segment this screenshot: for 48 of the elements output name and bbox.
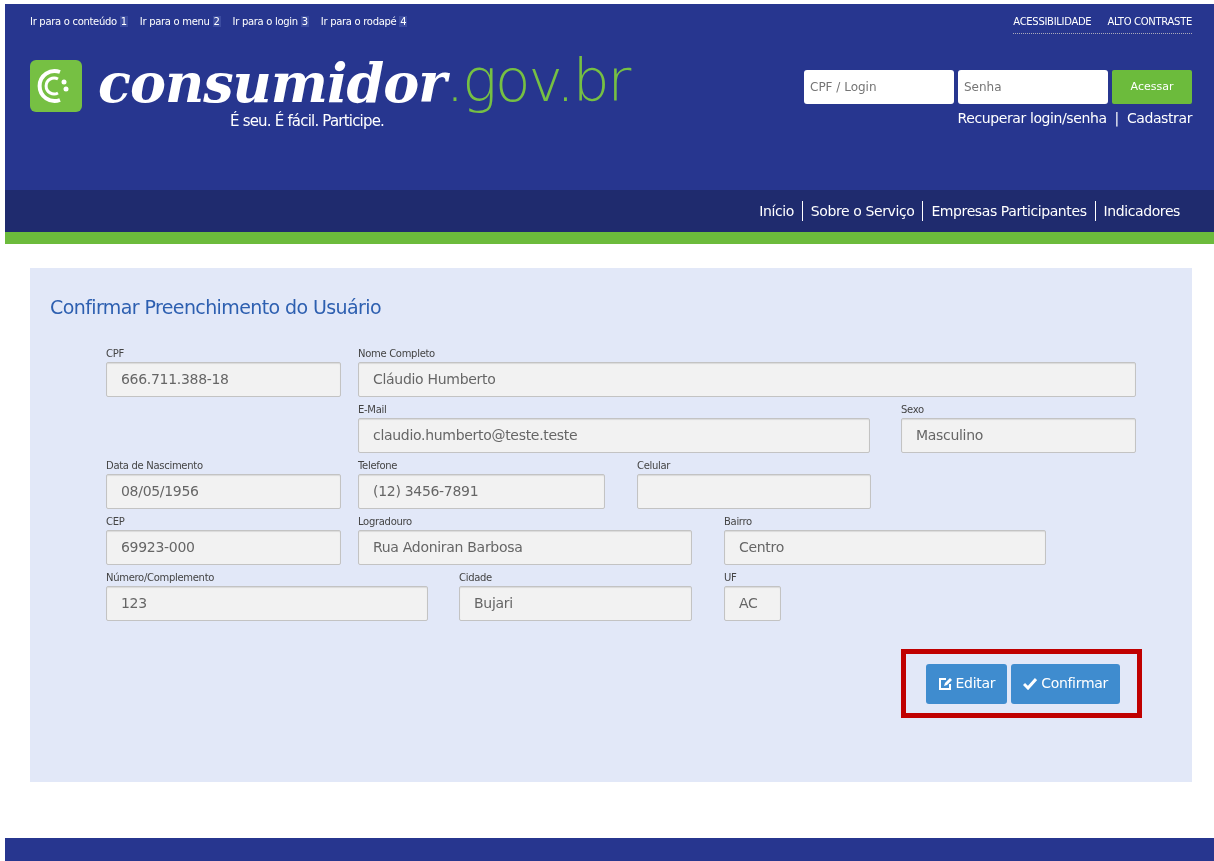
text-field[interactable]: Bujari <box>459 585 692 621</box>
field-label: UF <box>724 570 738 585</box>
text-field[interactable]: Masculino <box>901 417 1136 453</box>
field-label: Celular <box>637 458 672 473</box>
text-field[interactable]: Rua Adoniran Barbosa <box>358 529 692 565</box>
field-label: Sexo <box>901 402 925 417</box>
field-label: Número/Complemento <box>106 570 216 585</box>
field-label: Logradouro <box>358 514 413 529</box>
field-label: CEP <box>106 514 126 529</box>
separator: | <box>1114 109 1119 129</box>
text-field[interactable]: AC <box>724 585 781 621</box>
field-label: CPF <box>106 346 125 361</box>
nav-link[interactable]: Sobre o Serviço <box>801 201 923 221</box>
text-field[interactable]: Centro <box>724 529 1046 565</box>
skip-link[interactable]: Ir para o login 3 <box>232 14 309 29</box>
password-field[interactable]: Senha <box>958 70 1108 104</box>
text-field[interactable]: 08/05/1956 <box>106 473 341 509</box>
field-label: Data de Nascimento <box>106 458 204 473</box>
text-field[interactable]: claudio.humberto@teste.teste <box>358 417 870 453</box>
accessibility-link[interactable]: ALTO CONTRASTE <box>1107 14 1192 29</box>
login-link[interactable]: Cadastrar <box>1126 108 1192 129</box>
nav-link[interactable]: Indicadores <box>1094 201 1188 221</box>
skip-link[interactable]: Ir para o rodapé 4 <box>320 14 408 29</box>
tagline: É seu. É fácil. Participe. <box>230 110 386 132</box>
skip-link[interactable]: Ir para o conteúdo 1 <box>30 14 128 29</box>
logo-icon <box>30 60 82 112</box>
field-label: E-Mail <box>358 402 388 417</box>
nav-link[interactable]: Início <box>751 201 802 221</box>
edit-button[interactable]: Editar <box>925 663 1008 704</box>
check-icon <box>1023 677 1038 690</box>
confirm-button[interactable]: Confirmar <box>1011 663 1120 704</box>
field-label: Telefone <box>358 458 399 473</box>
nav-link[interactable]: Empresas Participantes <box>922 201 1095 221</box>
accessibility-link[interactable]: ACESSIBILIDADE <box>1013 14 1092 29</box>
field-label: Cidade <box>459 570 493 585</box>
field-label: Bairro <box>724 514 753 529</box>
text-field[interactable]: 69923-000 <box>106 529 341 565</box>
field-label: Nome Completo <box>358 346 436 361</box>
edit-icon <box>937 676 952 691</box>
login-field[interactable]: CPF / Login <box>804 70 954 104</box>
text-field[interactable]: (12) 3456-7891 <box>358 473 605 509</box>
login-link[interactable]: Recuperar login/senha <box>957 108 1107 129</box>
skip-link[interactable]: Ir para o menu 2 <box>139 14 221 29</box>
form-title: Confirmar Preenchimento do Usuário <box>50 296 382 319</box>
text-field[interactable] <box>637 473 871 509</box>
text-field[interactable]: 123 <box>106 585 428 621</box>
text-field[interactable]: 666.711.388-18 <box>106 361 341 397</box>
text-field[interactable]: Cláudio Humberto <box>358 361 1136 397</box>
